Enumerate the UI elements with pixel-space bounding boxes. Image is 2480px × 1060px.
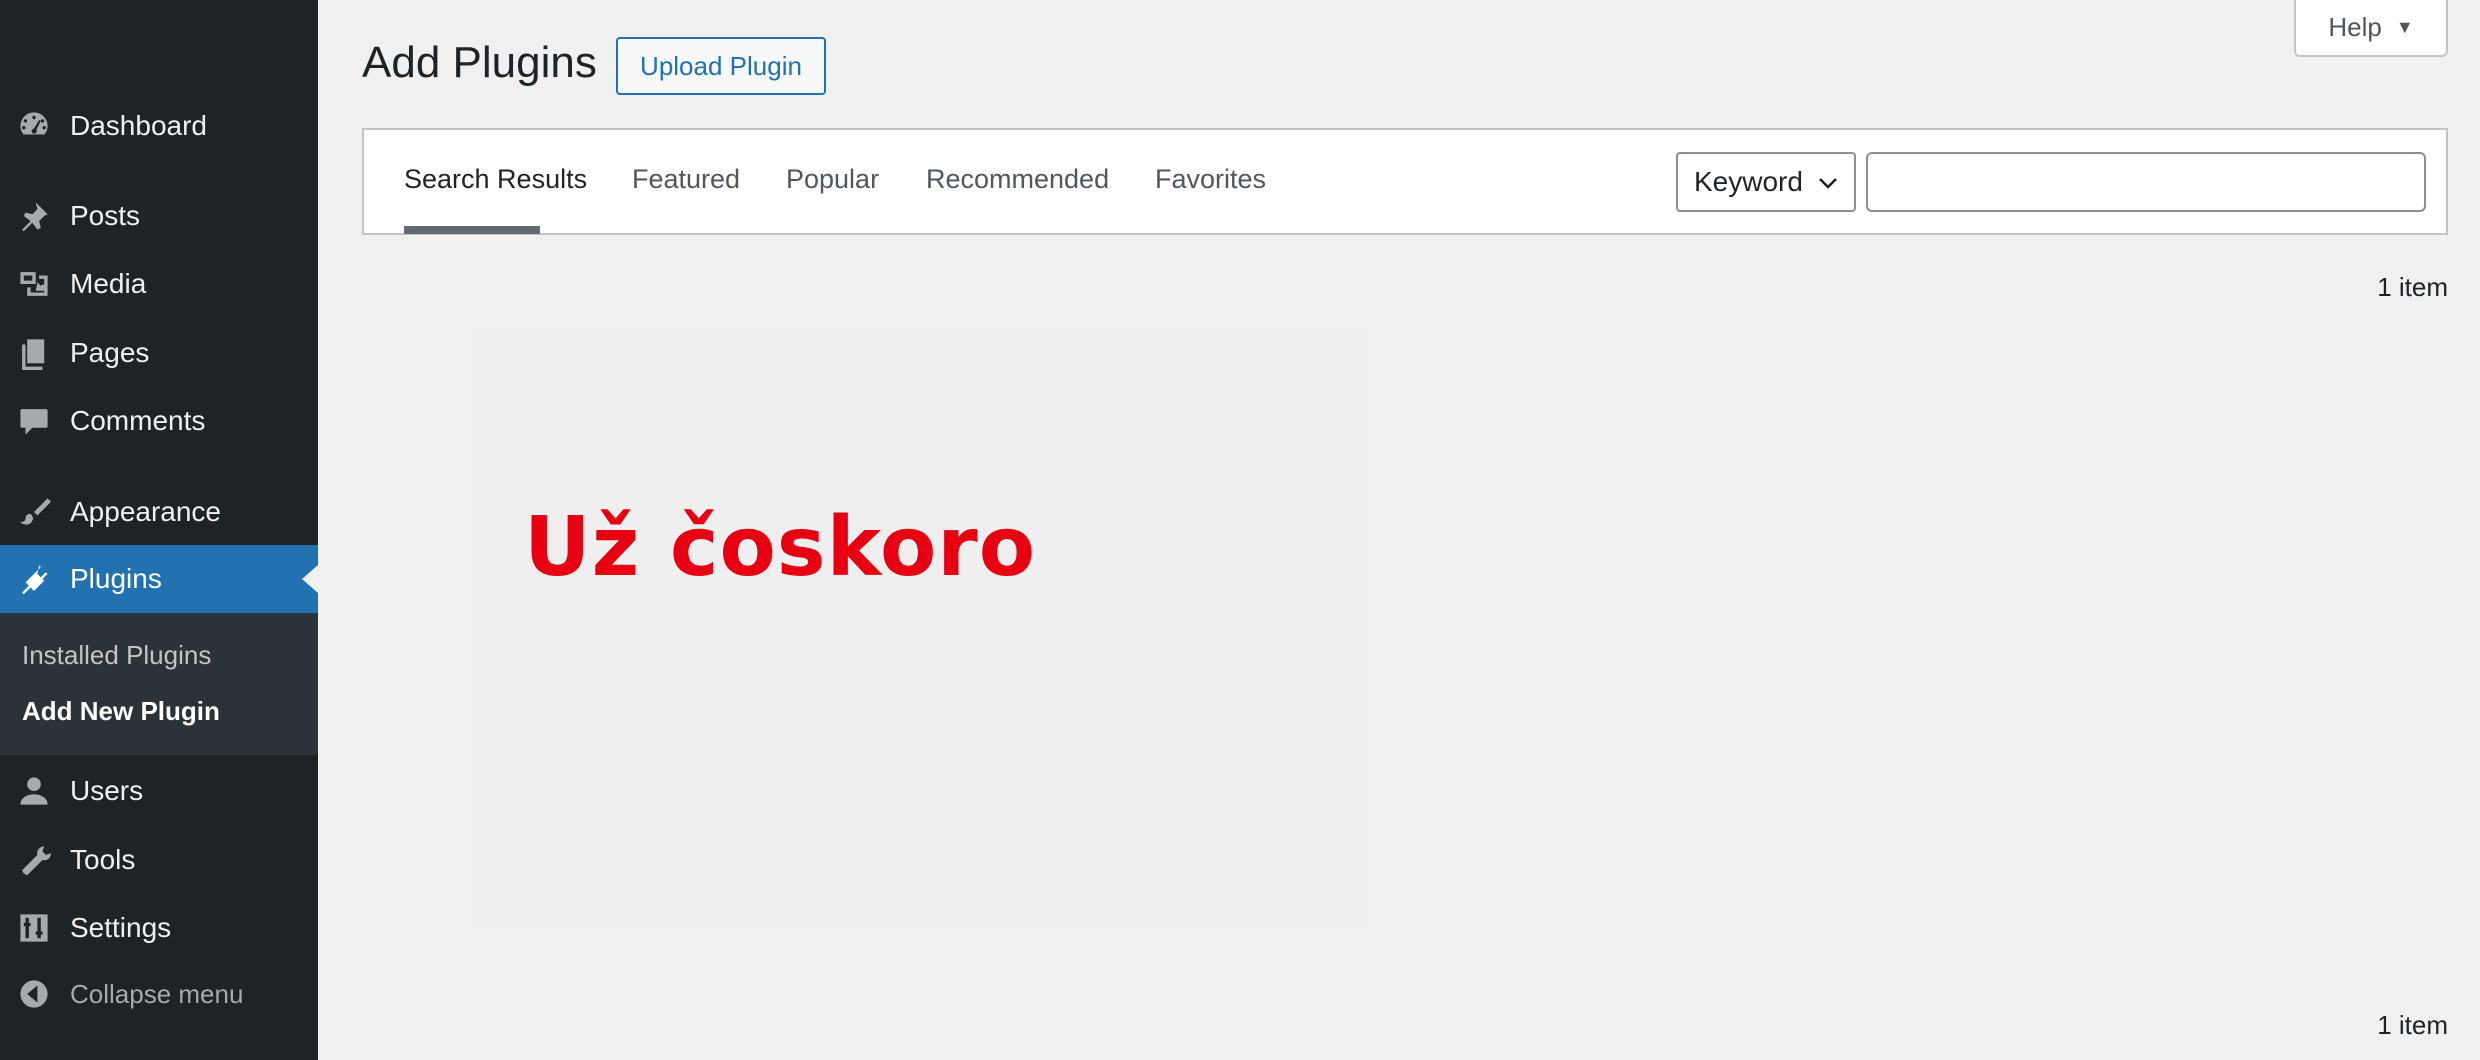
sidebar-item-label: Settings (70, 912, 172, 943)
sidebar-item-media[interactable]: Media (0, 250, 318, 318)
tab-popular[interactable]: Popular (786, 164, 879, 195)
sidebar-item-comments[interactable]: Comments (0, 387, 318, 455)
search-plugins-input[interactable] (1866, 152, 2426, 212)
sidebar-item-label: Tools (70, 844, 136, 875)
user-icon (16, 773, 52, 809)
sidebar-item-plugins[interactable]: Plugins (0, 545, 318, 613)
tab-recommended[interactable]: Recommended (926, 164, 1109, 195)
pushpin-icon (16, 198, 52, 234)
search-type-select[interactable]: Keyword (1676, 152, 1856, 212)
sidebar-item-dashboard[interactable]: Dashboard (0, 92, 318, 160)
caret-down-icon: ▼ (2395, 17, 2414, 37)
collapse-menu-button[interactable]: Collapse menu (0, 960, 318, 1028)
media-icon (16, 266, 52, 302)
sidebar-item-appearance[interactable]: Appearance (0, 478, 318, 546)
faded-plugin-card (470, 330, 1370, 930)
tab-favorites[interactable]: Favorites (1155, 164, 1266, 195)
sidebar-item-label: Comments (70, 405, 206, 436)
plugin-icon (16, 561, 52, 597)
sidebar-item-pages[interactable]: Pages (0, 319, 318, 387)
tab-search-results[interactable]: Search Results (404, 164, 587, 195)
plugins-submenu: Installed Plugins Add New Plugin (0, 613, 318, 755)
dashboard-icon (16, 108, 52, 144)
sidebar-item-label: Users (70, 775, 144, 806)
chevron-down-icon (1816, 170, 1840, 194)
settings-sliders-icon (16, 910, 52, 946)
sidebar-item-label: Media (70, 268, 147, 299)
tab-featured[interactable]: Featured (632, 164, 740, 195)
submenu-item-add-new-plugin[interactable]: Add New Plugin (22, 696, 220, 727)
collapse-arrow-icon (16, 976, 52, 1012)
collapse-menu-label: Collapse menu (70, 978, 244, 1009)
submenu-item-installed-plugins[interactable]: Installed Plugins (22, 640, 211, 671)
active-tab-indicator (404, 226, 540, 234)
sidebar-item-label: Plugins (70, 563, 162, 594)
comment-icon (16, 403, 52, 439)
sidebar-item-label: Posts (70, 200, 141, 231)
pages-icon (16, 335, 52, 371)
items-count-bottom: 1 item (2377, 1010, 2448, 1040)
sidebar-item-label: Appearance (70, 496, 222, 527)
items-count-top: 1 item (2377, 272, 2448, 302)
search-type-value: Keyword (1694, 166, 1803, 197)
paintbrush-icon (16, 494, 52, 530)
help-label: Help (2328, 12, 2382, 42)
page-title: Add Plugins (362, 38, 597, 87)
plugin-filter-bar: Search Results Featured Popular Recommen… (362, 128, 2448, 235)
wrench-icon (16, 842, 52, 878)
sidebar-item-label: Pages (70, 337, 150, 368)
sidebar-item-label: Dashboard (70, 110, 207, 141)
admin-sidebar: Dashboard Posts Media Pages Comments App… (0, 0, 318, 1060)
coming-soon-text: Už čoskoro (524, 500, 1037, 595)
help-button[interactable]: Help ▼ (2294, 0, 2448, 57)
sidebar-item-tools[interactable]: Tools (0, 826, 318, 894)
sidebar-item-settings[interactable]: Settings (0, 894, 318, 962)
sidebar-item-posts[interactable]: Posts (0, 182, 318, 250)
upload-plugin-button[interactable]: Upload Plugin (616, 37, 826, 95)
sidebar-item-users[interactable]: Users (0, 757, 318, 825)
